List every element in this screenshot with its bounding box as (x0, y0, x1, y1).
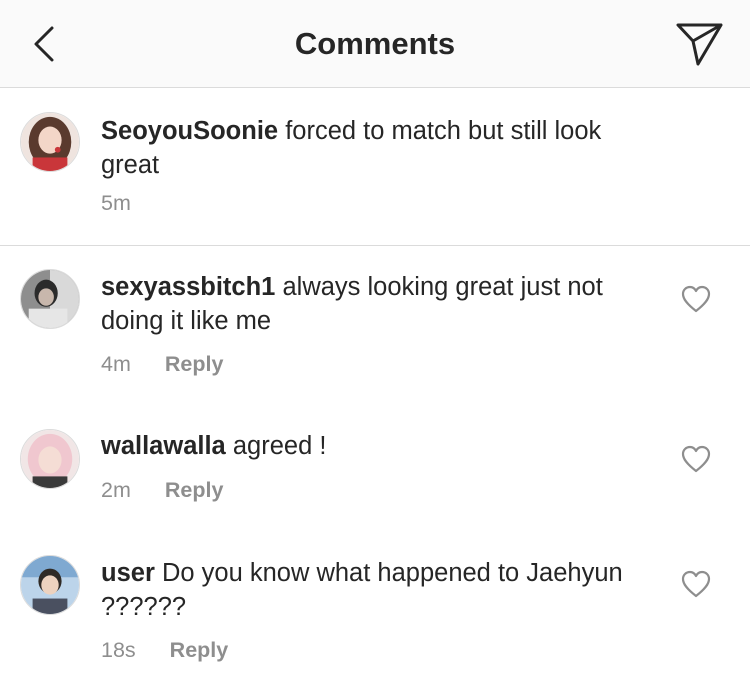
comment-meta: 4m Reply (101, 351, 223, 377)
reply-button[interactable]: Reply (165, 352, 224, 376)
caption-block: SeoyouSoonie forced to match but still l… (0, 88, 750, 246)
avatar-photo (21, 113, 79, 171)
reply-button[interactable]: Reply (165, 478, 224, 502)
avatar-photo (21, 556, 79, 614)
comment-time: 4m (101, 352, 131, 376)
caption-meta: 5m (101, 190, 131, 216)
heart-icon (681, 445, 711, 473)
caption-time: 5m (101, 191, 131, 215)
avatar-photo (21, 430, 79, 488)
comment-username[interactable]: wallawalla (101, 432, 226, 460)
paper-plane-icon (676, 23, 723, 66)
comment-time: 2m (101, 478, 131, 502)
like-button[interactable] (680, 569, 712, 599)
heart-icon (681, 285, 711, 313)
comment-text: user Do you know what happened to Jaehyu… (101, 556, 646, 624)
avatar[interactable] (20, 429, 80, 489)
avatar[interactable] (20, 112, 80, 172)
heart-icon (681, 570, 711, 598)
avatar[interactable] (20, 269, 80, 329)
like-button[interactable] (680, 284, 712, 314)
page-title: Comments (294, 26, 456, 61)
comment-time: 18s (101, 638, 136, 662)
comment-body: Do you know what happened to Jaehyun ???… (101, 559, 623, 621)
comment-username[interactable]: sexyassbitch1 (101, 273, 275, 301)
caption-username[interactable]: SeoyouSoonie (101, 117, 278, 145)
comment-text: sexyassbitch1 always looking great just … (101, 270, 646, 338)
comment-username[interactable]: user (101, 559, 155, 587)
comment-text: wallawalla agreed ! (101, 429, 646, 463)
header-bar: Comments (0, 0, 750, 88)
like-button[interactable] (680, 444, 712, 474)
share-button[interactable] (674, 20, 726, 68)
avatar-photo (21, 270, 79, 328)
comment-meta: 18s Reply (101, 637, 228, 663)
reply-button[interactable]: Reply (170, 638, 229, 662)
comment-body: agreed ! (232, 432, 327, 460)
caption-text: SeoyouSoonie forced to match but still l… (101, 114, 646, 182)
comment-meta: 2m Reply (101, 477, 223, 503)
avatar[interactable] (20, 555, 80, 615)
